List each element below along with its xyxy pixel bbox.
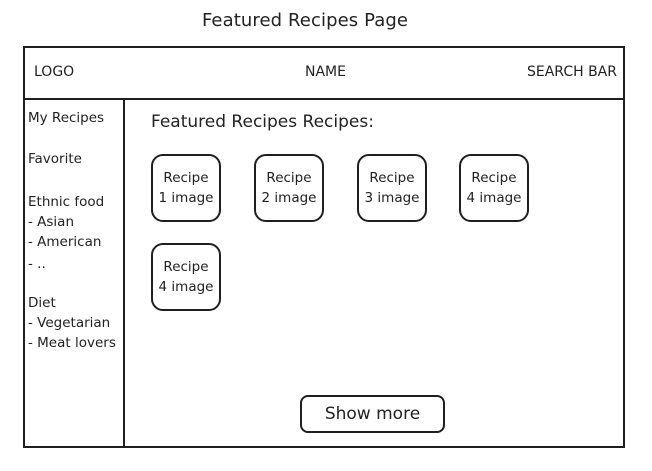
recipe-card-sublabel: 4 image	[158, 279, 214, 295]
sidebar-item-american[interactable]: - American	[28, 232, 101, 252]
header-bar: LOGO NAME SEARCH BAR	[25, 48, 623, 100]
recipe-card[interactable]: Recipe 2 image	[254, 154, 324, 222]
sidebar-item-my-recipes[interactable]: My Recipes	[28, 108, 104, 128]
recipe-card-label: Recipe	[369, 170, 415, 186]
recipe-card-label: Recipe	[163, 259, 209, 275]
recipe-card-sublabel: 2 image	[261, 190, 317, 206]
sidebar-item-favorite[interactable]: Favorite	[28, 149, 82, 169]
recipe-card[interactable]: Recipe 4 image	[459, 154, 529, 222]
recipe-card[interactable]: Recipe 3 image	[357, 154, 427, 222]
recipe-card[interactable]: Recipe 1 image	[151, 154, 221, 222]
show-more-button[interactable]: Show more	[300, 395, 445, 433]
sidebar-item-vegetarian[interactable]: - Vegetarian	[28, 313, 110, 333]
sidebar-item-diet[interactable]: Diet	[28, 293, 56, 313]
sidebar-item-meat-lovers[interactable]: - Meat lovers	[28, 333, 116, 353]
recipe-card-label: Recipe	[266, 170, 312, 186]
section-title: Featured Recipes Recipes:	[151, 112, 374, 132]
wireframe-frame: LOGO NAME SEARCH BAR My Recipes Favorite…	[23, 46, 625, 448]
page-caption: Featured Recipes Page	[201, 10, 409, 31]
recipe-card-sublabel: 1 image	[158, 190, 214, 206]
recipe-card-label: Recipe	[163, 170, 209, 186]
search-bar[interactable]: SEARCH BAR	[527, 64, 617, 80]
recipe-card-label: Recipe	[471, 170, 517, 186]
sidebar-item-asian[interactable]: - Asian	[28, 212, 74, 232]
sidebar-item-more[interactable]: - ..	[28, 254, 46, 274]
recipe-card[interactable]: Recipe 4 image	[151, 243, 221, 311]
logo[interactable]: LOGO	[34, 64, 74, 80]
sidebar-item-ethnic-food[interactable]: Ethnic food	[28, 192, 104, 212]
recipe-card-sublabel: 4 image	[466, 190, 522, 206]
site-name: NAME	[305, 64, 346, 80]
sidebar: My Recipes Favorite Ethnic food - Asian …	[25, 100, 125, 448]
recipe-card-sublabel: 3 image	[364, 190, 420, 206]
